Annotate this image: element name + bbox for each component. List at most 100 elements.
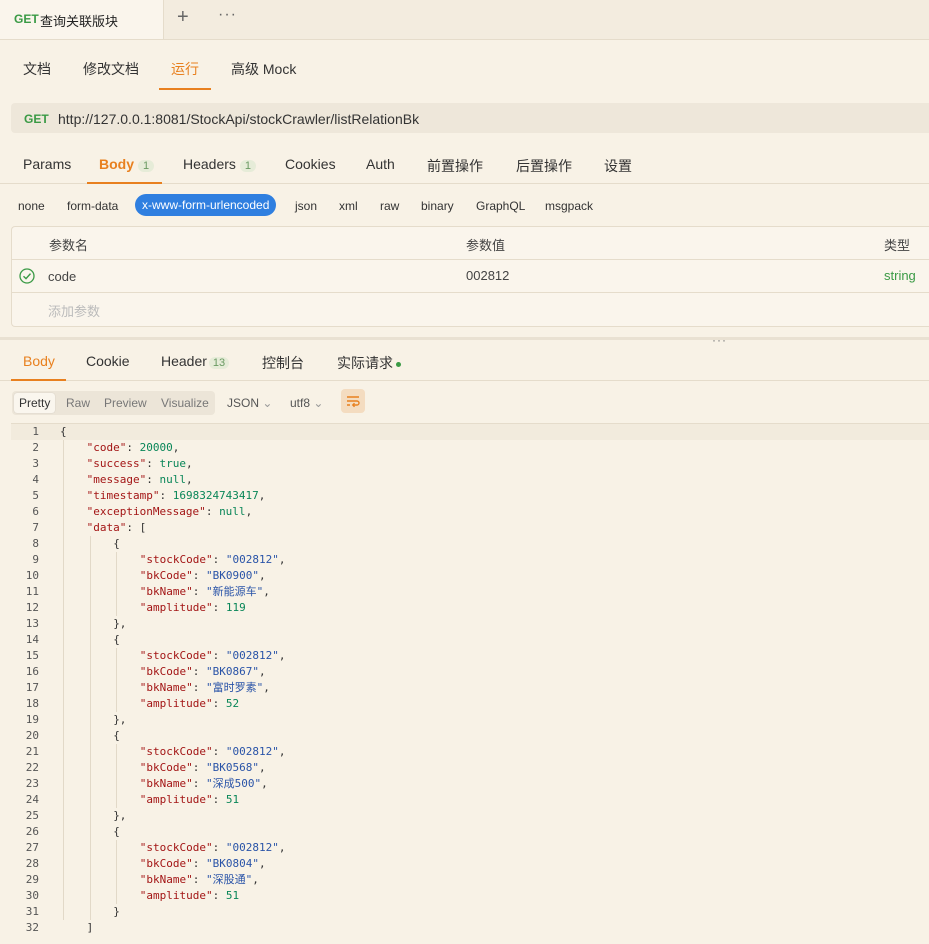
- response-tab-console-label: 控制台: [262, 355, 304, 371]
- format-select[interactable]: JSON ⌄: [227, 396, 272, 410]
- wrap-lines-icon: [347, 396, 360, 408]
- code-content: "bkName": "深成500",: [140, 776, 268, 792]
- response-tab-header[interactable]: Header 13: [161, 353, 230, 369]
- json-key: "message": [86, 473, 147, 486]
- body-type-none[interactable]: none: [18, 199, 45, 213]
- subtab-docs[interactable]: 文档: [23, 59, 51, 79]
- code-line: 15 "stockCode": "002812",: [11, 648, 929, 664]
- view-pretty-button[interactable]: Pretty: [14, 393, 56, 413]
- response-tabs-divider: [0, 380, 929, 381]
- code-content: "bkName": "富时罗素",: [140, 680, 270, 696]
- subtab-edit-docs[interactable]: 修改文档: [83, 59, 139, 79]
- word-wrap-button[interactable]: [341, 389, 365, 413]
- json-punctuation: :: [212, 553, 226, 566]
- indent-guide: [116, 744, 118, 808]
- code-line: 1{: [11, 424, 929, 440]
- response-tab-body-label: Body: [23, 353, 55, 369]
- tab-body[interactable]: Body 1: [99, 156, 155, 172]
- response-tab-actual-request[interactable]: 实际请求: [337, 353, 401, 373]
- code-content: "amplitude": 119: [140, 600, 246, 616]
- panel-splitter[interactable]: [0, 337, 929, 340]
- body-type-xml[interactable]: xml: [339, 199, 358, 213]
- subtab-run[interactable]: 运行: [171, 59, 199, 79]
- body-type-raw[interactable]: raw: [380, 199, 399, 213]
- line-number: 27: [25, 841, 39, 854]
- json-punctuation: {: [113, 537, 120, 550]
- url-input[interactable]: http://127.0.0.1:8081/StockApi/stockCraw…: [58, 111, 419, 127]
- tab-settings[interactable]: 设置: [604, 156, 632, 176]
- param-name-input[interactable]: code: [48, 269, 76, 284]
- code-content: {: [113, 728, 120, 744]
- json-punctuation: {: [60, 425, 67, 438]
- code-line: 32]: [11, 920, 929, 936]
- tab-pre-request[interactable]: 前置操作: [427, 156, 483, 176]
- code-content: "stockCode": "002812",: [140, 744, 286, 760]
- code-content: {: [60, 424, 67, 440]
- json-value: "BK0804": [206, 857, 260, 870]
- encoding-select[interactable]: utf8 ⌄: [290, 396, 323, 410]
- indent-guide: [116, 840, 118, 904]
- subtab-advanced-mock[interactable]: 高级 Mock: [231, 59, 296, 79]
- tab-cookies[interactable]: Cookies: [285, 156, 336, 172]
- json-punctuation: ,: [259, 665, 266, 678]
- request-tab-active-underline: [87, 182, 162, 184]
- body-type-json[interactable]: json: [295, 199, 317, 213]
- response-tab-console[interactable]: 控制台: [262, 353, 304, 373]
- code-content: "stockCode": "002812",: [140, 840, 286, 856]
- json-value: "富时罗素": [206, 681, 264, 694]
- json-punctuation: :: [212, 601, 226, 614]
- view-visualize-button[interactable]: Visualize: [161, 396, 209, 410]
- json-punctuation: }: [113, 905, 120, 918]
- request-tab-method: GET: [14, 12, 39, 26]
- param-value-input[interactable]: 002812: [466, 268, 509, 283]
- tab-auth[interactable]: Auth: [366, 156, 395, 172]
- line-number: 2: [32, 441, 39, 454]
- view-raw-button[interactable]: Raw: [66, 396, 90, 410]
- code-content: "amplitude": 52: [140, 696, 239, 712]
- enabled-check-icon[interactable]: [19, 268, 35, 284]
- response-tab-body[interactable]: Body: [23, 353, 55, 369]
- code-line: 12 "amplitude": 119: [11, 600, 929, 616]
- code-line: 27 "stockCode": "002812",: [11, 840, 929, 856]
- code-content: "bkCode": "BK0568",: [140, 760, 266, 776]
- code-line: 19},: [11, 712, 929, 728]
- response-body-code-viewer[interactable]: 1{2 "code": 20000, 3 "success": true, 4 "mess…: [11, 423, 929, 944]
- response-tab-cookie[interactable]: Cookie: [86, 353, 130, 369]
- line-number: 10: [25, 569, 39, 582]
- json-value: "002812": [225, 745, 279, 758]
- json-punctuation: ,: [259, 857, 266, 870]
- tab-post-request[interactable]: 后置操作: [516, 156, 572, 176]
- line-number: 13: [25, 617, 39, 630]
- code-line: 6 "exceptionMessage": null,: [11, 504, 929, 520]
- line-number: 32: [25, 921, 39, 934]
- body-type-graphql[interactable]: GraphQL: [476, 199, 525, 213]
- more-dots-icon[interactable]: ···: [218, 6, 237, 24]
- line-number: 7: [32, 521, 39, 534]
- drag-handle-icon[interactable]: ···: [712, 333, 727, 347]
- json-key: "amplitude": [139, 793, 213, 806]
- url-method[interactable]: GET: [24, 112, 49, 126]
- json-key: "stockCode": [139, 841, 213, 854]
- view-preview-button[interactable]: Preview: [104, 396, 147, 410]
- code-line: 7 "data": [: [11, 520, 929, 536]
- param-type-select[interactable]: string: [884, 268, 916, 283]
- json-punctuation: :: [212, 889, 226, 902]
- add-param-input[interactable]: 添加参数: [48, 301, 100, 320]
- body-type-binary[interactable]: binary: [421, 199, 454, 213]
- body-type-msgpack[interactable]: msgpack: [545, 199, 593, 213]
- code-content: {: [113, 536, 120, 552]
- tab-headers[interactable]: Headers 1: [183, 156, 257, 172]
- tab-cookies-label: Cookies: [285, 156, 336, 172]
- line-number: 4: [32, 473, 39, 486]
- json-key: "amplitude": [139, 889, 213, 902]
- line-number: 16: [25, 665, 39, 678]
- body-type-form-data[interactable]: form-data: [67, 199, 118, 213]
- new-tab-plus-icon[interactable]: +: [177, 6, 189, 29]
- json-value: "BK0900": [206, 569, 260, 582]
- param-type-header: 类型: [884, 238, 911, 253]
- line-number: 3: [32, 457, 39, 470]
- line-number: 9: [32, 553, 39, 566]
- code-line: 20 {: [11, 728, 929, 744]
- body-type-x-www-form-urlencoded[interactable]: x-www-form-urlencoded: [135, 194, 277, 216]
- tab-params[interactable]: Params: [23, 156, 71, 172]
